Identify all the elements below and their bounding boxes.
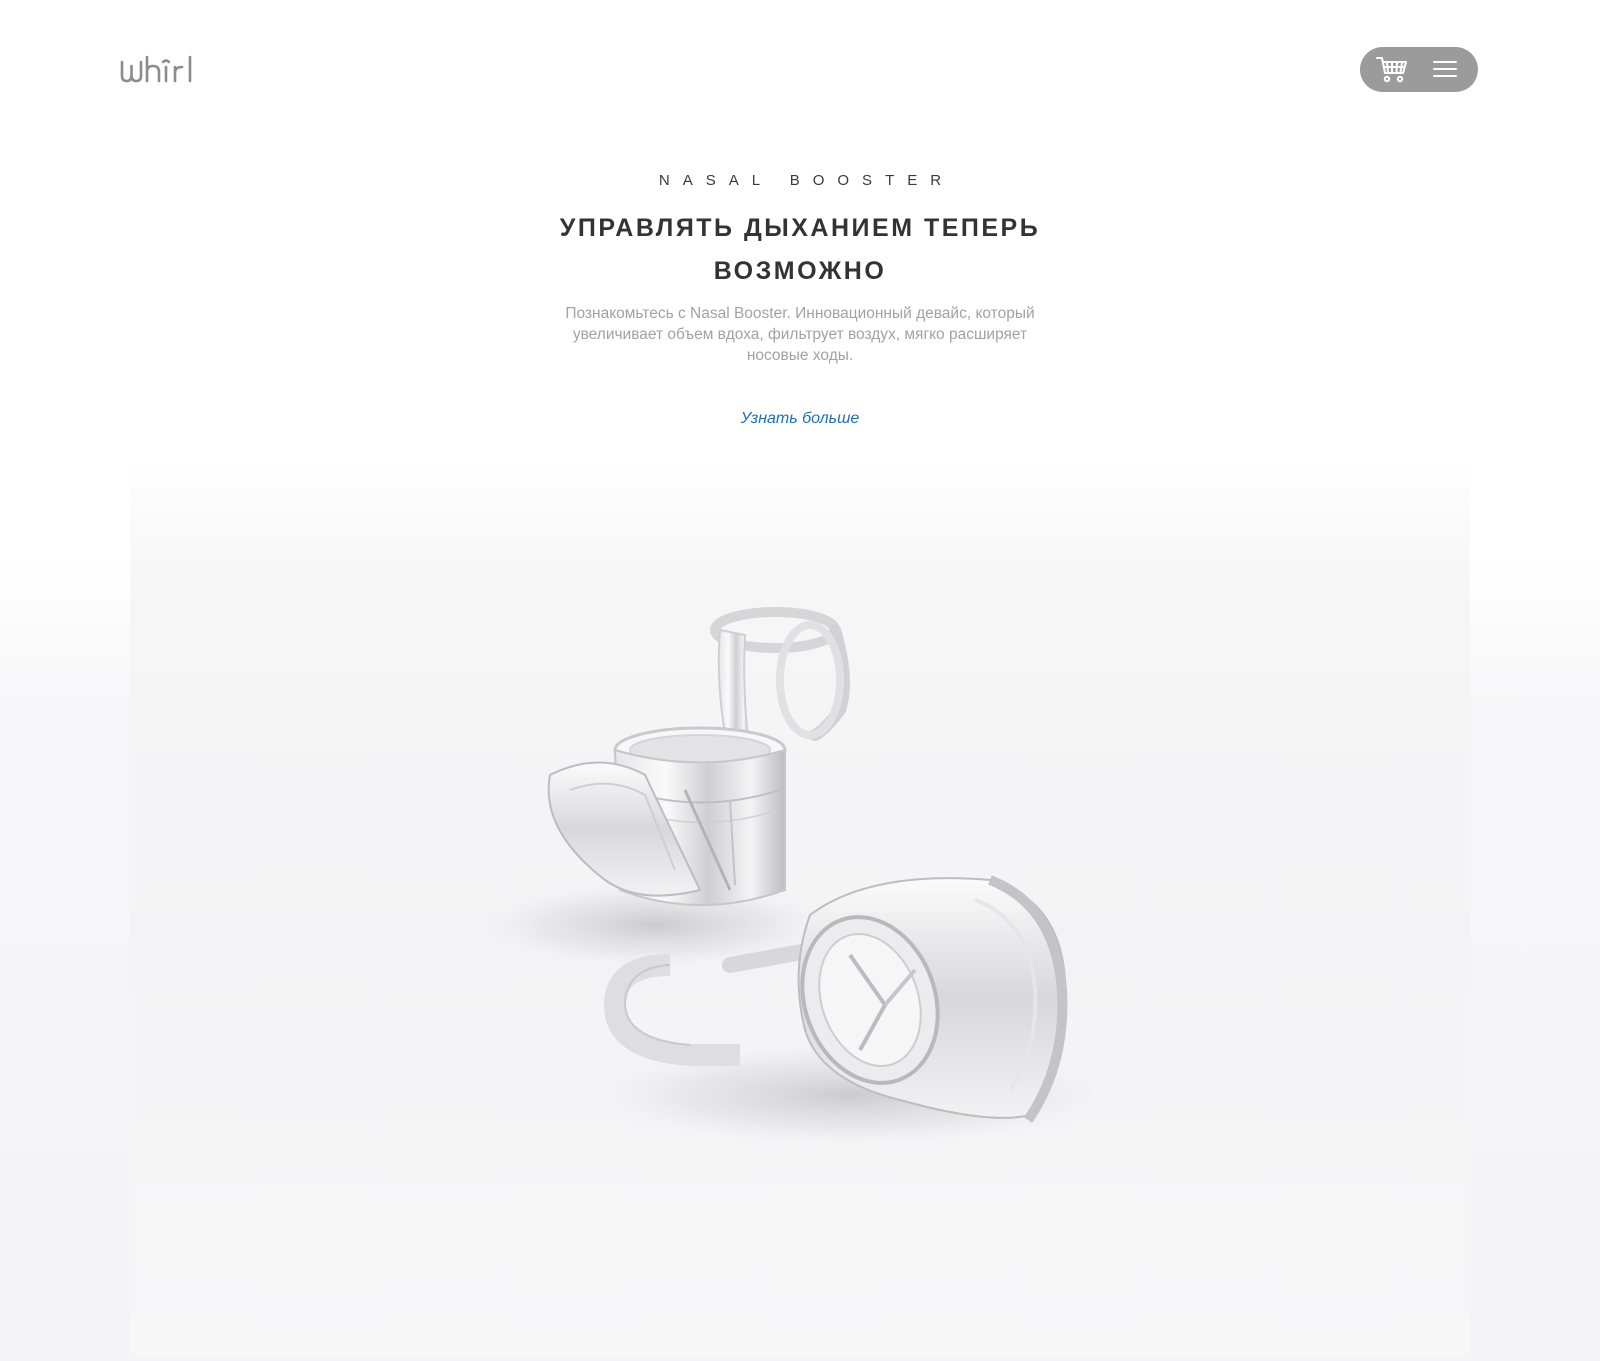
menu-button[interactable] bbox=[1432, 58, 1458, 80]
page-title: УПРАВЛЯТЬ ДЫХАНИЕМ ТЕПЕРЬ ВОЗМОЖНО bbox=[559, 214, 1041, 285]
whirl-logo[interactable] bbox=[120, 54, 196, 86]
cart-button[interactable] bbox=[1376, 55, 1408, 84]
hero-description: Познакомьтесь с Nasal Booster. Инновацио… bbox=[565, 305, 1035, 364]
cart-icon bbox=[1376, 57, 1407, 83]
page: NASAL BOOSTER УПРАВЛЯТЬ ДЫХАНИЕМ ТЕПЕРЬ … bbox=[0, 0, 1600, 1361]
product-image bbox=[470, 607, 1130, 1150]
product-eyebrow: NASAL BOOSTER bbox=[658, 172, 955, 189]
whirl-logo-icon bbox=[120, 55, 192, 83]
header-actions bbox=[1360, 47, 1478, 92]
hamburger-menu-icon bbox=[1433, 61, 1457, 77]
learn-more-link[interactable]: Узнать больше bbox=[700, 410, 900, 428]
device-upright bbox=[547, 607, 850, 906]
